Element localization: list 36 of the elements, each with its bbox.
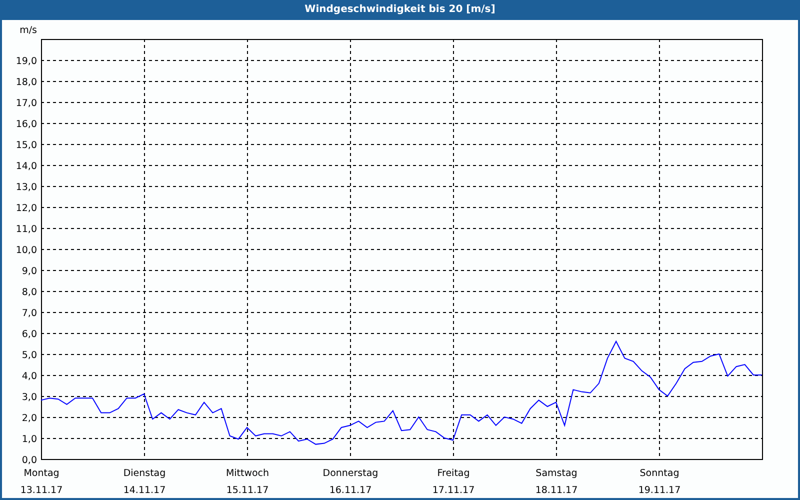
date-label: 14.11.17 [123, 485, 166, 496]
y-tick-label: 6,0 [22, 329, 37, 340]
date-label: 15.11.17 [226, 485, 269, 496]
date-label: 17.11.17 [432, 485, 475, 496]
day-label: Montag [24, 468, 60, 479]
y-tick-label: 10,0 [16, 245, 37, 256]
y-tick-label: 13,0 [16, 182, 37, 193]
y-tick-label: 5,0 [22, 350, 37, 361]
y-tick-label: 3,0 [22, 392, 37, 403]
y-tick-label: 4,0 [22, 371, 37, 382]
window-title: Windgeschwindigkeit bis 20 [m/s] [304, 3, 496, 17]
day-label: Samstag [536, 468, 578, 479]
date-label: 16.11.17 [329, 485, 372, 496]
day-label: Freitag [437, 468, 470, 479]
y-tick-label: 2,0 [22, 413, 37, 424]
y-tick-label: 8,0 [22, 287, 37, 298]
date-label: 18.11.17 [535, 485, 578, 496]
y-tick-label: 0,0 [22, 455, 37, 466]
y-tick-label: 9,0 [22, 266, 37, 277]
y-axis-label: m/s [20, 25, 37, 36]
y-tick-label: 12,0 [16, 203, 37, 214]
date-label: 19.11.17 [638, 485, 681, 496]
day-label: Sonntag [640, 468, 680, 479]
day-label: Mittwoch [226, 468, 270, 479]
y-tick-label: 15,0 [16, 140, 37, 151]
y-tick-label: 16,0 [16, 119, 37, 130]
day-label: Dienstag [123, 468, 166, 479]
y-tick-label: 7,0 [22, 308, 37, 319]
date-label: 13.11.17 [20, 485, 63, 496]
y-tick-label: 1,0 [22, 434, 37, 445]
y-tick-label: 17,0 [16, 98, 37, 109]
y-tick-label: 14,0 [16, 161, 37, 172]
y-tick-label: 11,0 [16, 224, 37, 235]
y-tick-label: 19,0 [16, 56, 37, 67]
day-label: Donnerstag [322, 468, 378, 479]
y-tick-label: 18,0 [16, 77, 37, 88]
